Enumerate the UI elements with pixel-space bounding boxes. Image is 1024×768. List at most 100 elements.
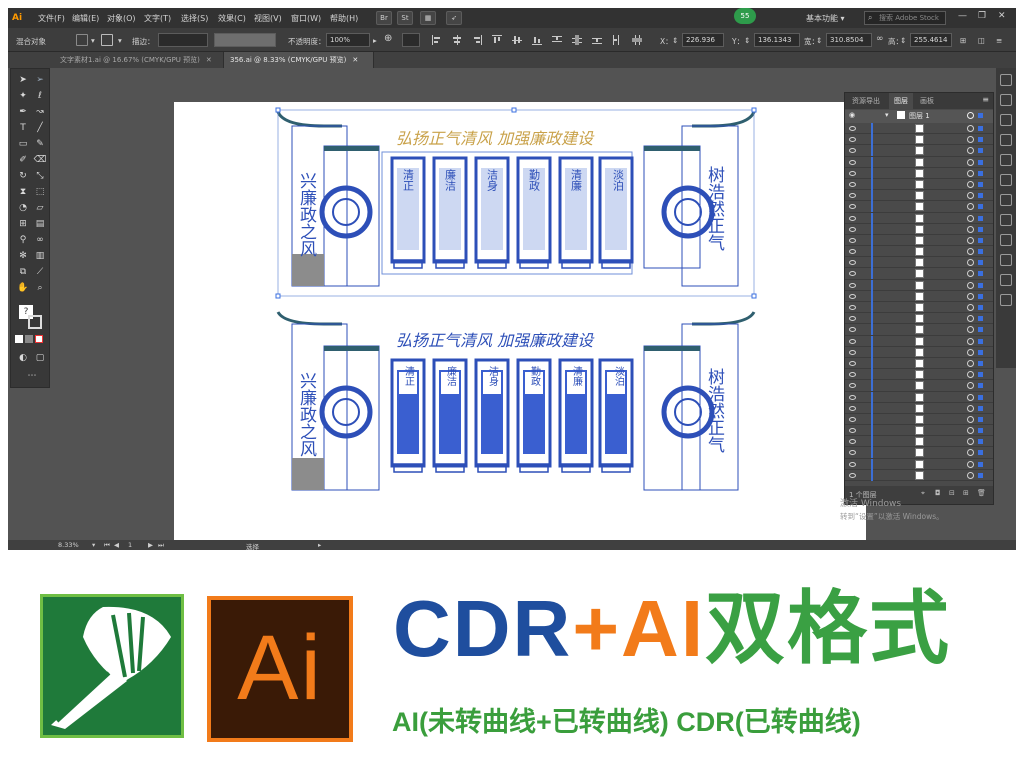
line-tool-icon[interactable]: ╱ <box>33 121 47 135</box>
selection-indicator[interactable] <box>978 226 983 232</box>
menu-effect[interactable]: 效果(C) <box>218 13 246 24</box>
sublayer-row[interactable] <box>845 257 993 269</box>
previous-artboard-icon[interactable]: ◀ <box>114 541 119 549</box>
visibility-eye-icon[interactable] <box>849 405 856 411</box>
scale-tool-icon[interactable]: ⤡ <box>33 169 47 183</box>
menu-select[interactable]: 选择(S) <box>181 13 208 24</box>
target-circle-icon[interactable] <box>967 169 974 177</box>
target-circle-icon[interactable] <box>967 382 974 390</box>
target-circle-icon[interactable] <box>967 449 974 457</box>
distribute-left-icon[interactable] <box>612 35 622 45</box>
sublayer-row[interactable] <box>845 425 993 437</box>
sublayer-row[interactable] <box>845 357 993 370</box>
target-circle-icon[interactable] <box>967 292 974 300</box>
selection-indicator[interactable] <box>978 113 983 118</box>
visibility-eye-icon[interactable] <box>849 349 856 355</box>
sublayer-row[interactable] <box>845 190 993 202</box>
sublayer-row[interactable] <box>845 335 993 347</box>
sync-badge[interactable]: 55 <box>734 8 756 24</box>
document-tab-active[interactable]: 356.ai @ 8.33% (CMYK/GPU 预览) ✕ <box>224 52 374 68</box>
target-circle-icon[interactable] <box>967 203 974 211</box>
height-stepper-icon[interactable]: ⇕ <box>900 36 906 45</box>
artboard[interactable]: 兴廉政之风 弘扬正气清风 加强廉政建设 清正 廉洁 洁身 勤政 清廉 淡泊 树浩… <box>174 102 866 540</box>
stroke-icon[interactable] <box>1000 174 1012 186</box>
sublayer-row[interactable] <box>845 223 993 235</box>
pen-tool-icon[interactable]: ✒ <box>16 105 30 119</box>
selection-indicator[interactable] <box>978 383 983 389</box>
symbol-sprayer-tool-icon[interactable]: ✻ <box>16 249 30 263</box>
visibility-eye-icon[interactable] <box>849 450 856 456</box>
visibility-eye-icon[interactable] <box>849 305 856 310</box>
hand-tool-icon[interactable]: ✋ <box>16 281 30 295</box>
selection-indicator[interactable] <box>978 394 983 400</box>
selection-indicator[interactable] <box>978 316 983 322</box>
visibility-eye-icon[interactable] <box>849 215 856 221</box>
shape-builder-tool-icon[interactable]: ◔ <box>16 201 30 215</box>
selection-indicator[interactable] <box>978 338 983 344</box>
zoom-dropdown-icon[interactable]: ▾ <box>92 541 95 549</box>
menu-view[interactable]: 视图(V) <box>254 13 282 24</box>
sublayer-row[interactable] <box>845 145 993 157</box>
sublayer-row[interactable] <box>845 134 993 146</box>
gradient-tool-icon[interactable]: ▤ <box>33 217 47 231</box>
align-right-icon[interactable] <box>472 35 482 45</box>
stroke-weight-field[interactable] <box>158 33 208 47</box>
zoom-level[interactable]: 8.33% <box>58 541 79 549</box>
width-tool-icon[interactable]: ⧗ <box>16 185 30 199</box>
target-circle-icon[interactable] <box>967 259 974 267</box>
last-artboard-icon[interactable]: ⏭ <box>158 541 164 550</box>
selection-indicator[interactable] <box>978 148 983 154</box>
direct-selection-tool-icon[interactable]: ➢ <box>33 73 47 87</box>
target-circle-icon[interactable] <box>967 270 974 278</box>
expand-chevron-icon[interactable]: ▾ <box>885 111 889 119</box>
appearance-icon[interactable] <box>1000 234 1012 246</box>
visibility-eye-icon[interactable] <box>849 204 856 210</box>
swatches-icon[interactable] <box>1000 114 1012 126</box>
rotate-tool-icon[interactable]: ↻ <box>16 169 30 183</box>
width-field[interactable]: 310.8504 <box>826 33 872 47</box>
mesh-tool-icon[interactable]: ⊞ <box>16 217 30 231</box>
tab-layers[interactable]: 图层 <box>889 93 913 109</box>
variable-width-profile[interactable] <box>214 33 276 47</box>
target-circle-icon[interactable] <box>967 404 974 412</box>
selection-indicator[interactable] <box>978 293 983 299</box>
new-sublayer-icon[interactable]: ⊟ <box>949 489 955 497</box>
free-transform-tool-icon[interactable]: ⬚ <box>33 185 47 199</box>
selection-indicator[interactable] <box>978 249 983 255</box>
target-circle-icon[interactable] <box>967 371 974 379</box>
brushes-icon[interactable] <box>1000 134 1012 146</box>
status-menu-icon[interactable]: ▸ <box>318 541 321 549</box>
layer-row-top[interactable]: ◉ ▾ 图层 1 <box>845 110 993 123</box>
sublayer-row[interactable] <box>845 469 993 481</box>
visibility-eye-icon[interactable] <box>849 416 856 422</box>
selection-indicator[interactable] <box>978 237 983 243</box>
distribute-top-icon[interactable] <box>552 35 562 45</box>
target-circle-icon[interactable] <box>967 460 974 468</box>
first-artboard-icon[interactable]: ⏮ <box>104 541 110 550</box>
slice-tool-icon[interactable]: ⟋ <box>33 265 47 279</box>
graphic-styles-icon[interactable] <box>1000 254 1012 266</box>
sublayer-row[interactable] <box>845 178 993 191</box>
visibility-eye-icon[interactable] <box>849 428 856 434</box>
type-tool-icon[interactable]: T <box>16 121 30 135</box>
tab-close-icon[interactable]: ✕ <box>206 56 212 64</box>
selection-indicator[interactable] <box>978 416 983 422</box>
target-circle-icon[interactable] <box>967 326 974 334</box>
next-artboard-icon[interactable]: ▶ <box>148 541 153 549</box>
distribute-bottom-icon[interactable] <box>592 35 602 45</box>
sublayer-row[interactable] <box>845 167 993 179</box>
layers-dock-icon[interactable] <box>1000 274 1012 286</box>
target-circle-icon[interactable] <box>967 427 974 435</box>
target-circle-icon[interactable] <box>967 393 974 401</box>
transform-panel-icon[interactable]: ⊞ <box>960 36 966 45</box>
stroke-swatch-icon[interactable] <box>101 34 113 46</box>
selection-indicator[interactable] <box>978 472 983 478</box>
align-to-dropdown[interactable] <box>402 33 420 47</box>
y-field[interactable]: 136.1343 <box>754 33 800 47</box>
sublayer-row[interactable] <box>845 290 993 302</box>
sublayer-row[interactable] <box>845 458 993 470</box>
visibility-eye-icon[interactable] <box>849 282 856 288</box>
fill-swatch-icon[interactable] <box>76 34 88 46</box>
tab-artboards[interactable]: 画板 <box>915 93 939 109</box>
selection-indicator[interactable] <box>978 193 983 199</box>
